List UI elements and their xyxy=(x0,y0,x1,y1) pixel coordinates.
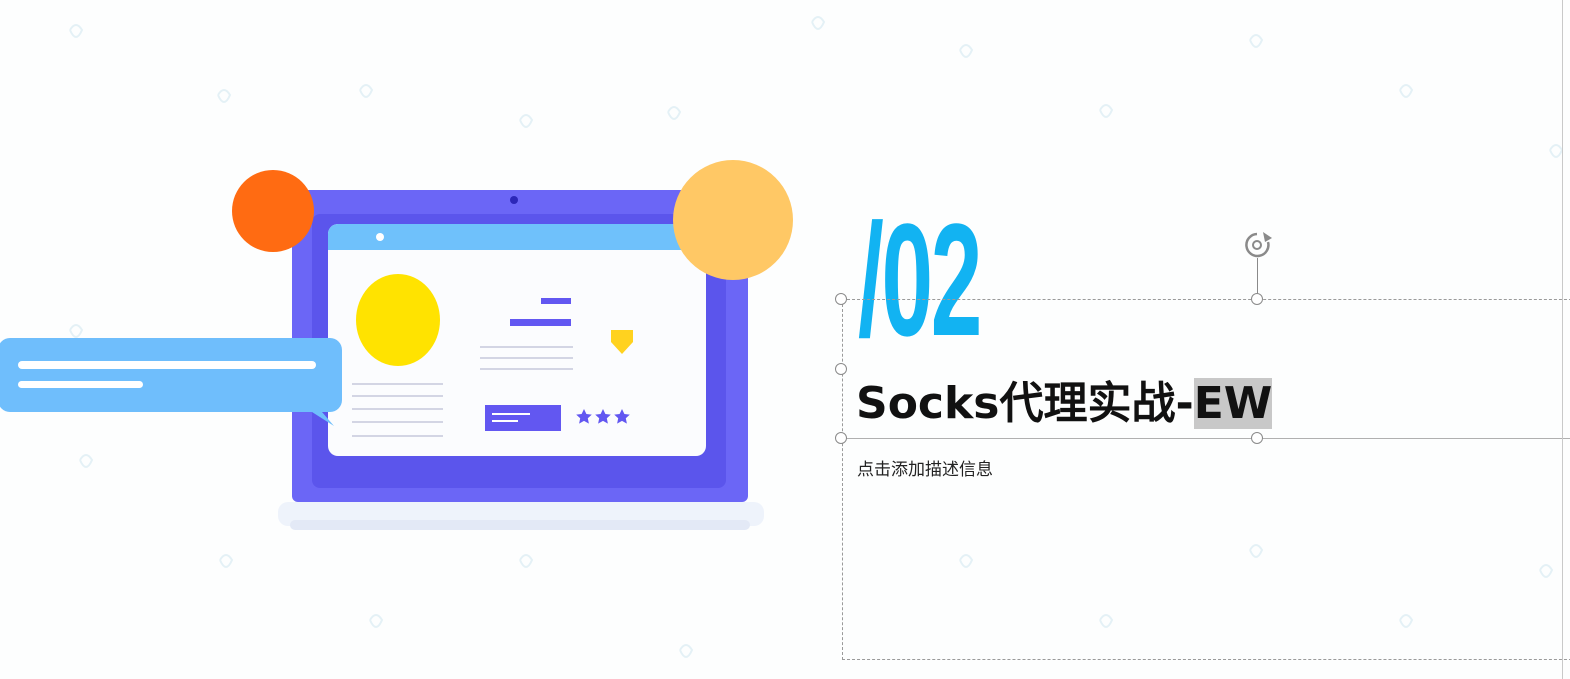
slide-edge xyxy=(1562,0,1563,679)
orange-circle xyxy=(232,170,314,252)
rotate-handle-icon[interactable] xyxy=(1242,228,1284,262)
resize-handle-bottom-center[interactable] xyxy=(1251,432,1263,444)
selection-frame xyxy=(842,299,1570,660)
resize-handle-mid-left[interactable] xyxy=(835,363,847,375)
camera-dot xyxy=(510,196,518,204)
slide-canvas[interactable]: /02 Socks代理实战-EW 点击添加描述信息 xyxy=(0,0,1570,679)
resize-handle-top-left[interactable] xyxy=(835,293,847,305)
yellow-disc xyxy=(356,274,440,366)
resize-handle-bottom-left[interactable] xyxy=(835,432,847,444)
resize-handle-top-center[interactable] xyxy=(1251,293,1263,305)
yellow-circle xyxy=(673,160,793,280)
laptop-illustration xyxy=(0,160,793,530)
textbox-border-line xyxy=(842,438,1570,439)
rotate-handle-stem xyxy=(1257,258,1258,296)
screen-button xyxy=(485,405,561,431)
